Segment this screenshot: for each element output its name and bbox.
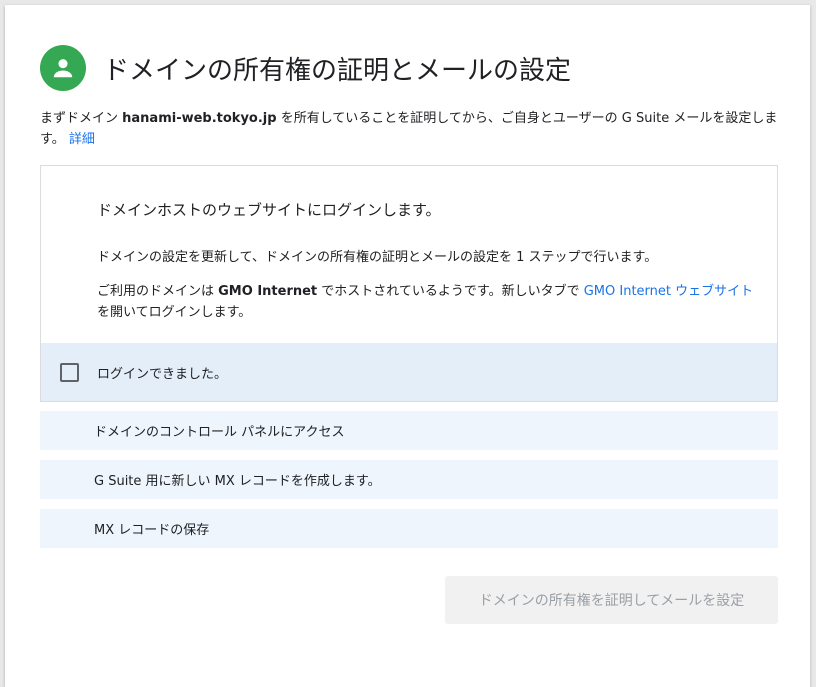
intro-text: まずドメイン hanami-web.tokyo.jp を所有していることを証明し… bbox=[40, 108, 780, 150]
domain-name: hanami-web.tokyo.jp bbox=[122, 111, 277, 126]
host-name: GMO Internet bbox=[218, 284, 318, 299]
page-title: ドメインの所有権の証明とメールの設定 bbox=[103, 55, 572, 86]
step-create-mx-record: G Suite 用に新しい MX レコードを作成します。 bbox=[40, 460, 778, 499]
host-info-text: ご利用のドメインは GMO Internet でホストされているようです。新しい… bbox=[97, 281, 762, 323]
host-middle: でホストされているようです。新しいタブで bbox=[317, 284, 584, 299]
step-access-control-panel: ドメインのコントロール パネルにアクセス bbox=[40, 411, 778, 450]
host-website-link[interactable]: GMO Internet ウェブサイト bbox=[584, 284, 753, 299]
details-link[interactable]: 詳細 bbox=[69, 132, 95, 147]
step-heading: ドメインホストのウェブサイトにログインします。 bbox=[97, 201, 441, 219]
logged-in-checkbox-row[interactable]: ログインできました。 bbox=[41, 343, 777, 401]
setup-dialog: ドメインの所有権の証明とメールの設定 まずドメイン hanami-web.tok… bbox=[5, 5, 810, 687]
step-label: MX レコードの保存 bbox=[94, 523, 210, 538]
avatar bbox=[40, 45, 86, 91]
host-prefix: ご利用のドメインは bbox=[97, 284, 219, 299]
logged-in-checkbox[interactable] bbox=[60, 362, 79, 382]
logged-in-label[interactable]: ログインできました。 bbox=[97, 363, 227, 382]
host-suffix: を開いてログインします。 bbox=[97, 305, 252, 320]
step-description: ドメインの設定を更新して、ドメインの所有権の証明とメールの設定を 1 ステップで… bbox=[97, 250, 658, 265]
person-icon bbox=[53, 59, 73, 78]
dialog-header: ドメインの所有権の証明とメールの設定 bbox=[40, 42, 571, 94]
verify-and-setup-button[interactable]: ドメインの所有権を証明してメールを設定 bbox=[445, 576, 778, 624]
step-save-mx-record: MX レコードの保存 bbox=[40, 509, 778, 548]
active-step-card: ドメインホストのウェブサイトにログインします。 ドメインの設定を更新して、ドメイ… bbox=[40, 165, 778, 402]
step-label: ドメインのコントロール パネルにアクセス bbox=[94, 425, 345, 440]
step-label: G Suite 用に新しい MX レコードを作成します。 bbox=[94, 474, 381, 489]
intro-prefix: まずドメイン bbox=[40, 111, 123, 126]
